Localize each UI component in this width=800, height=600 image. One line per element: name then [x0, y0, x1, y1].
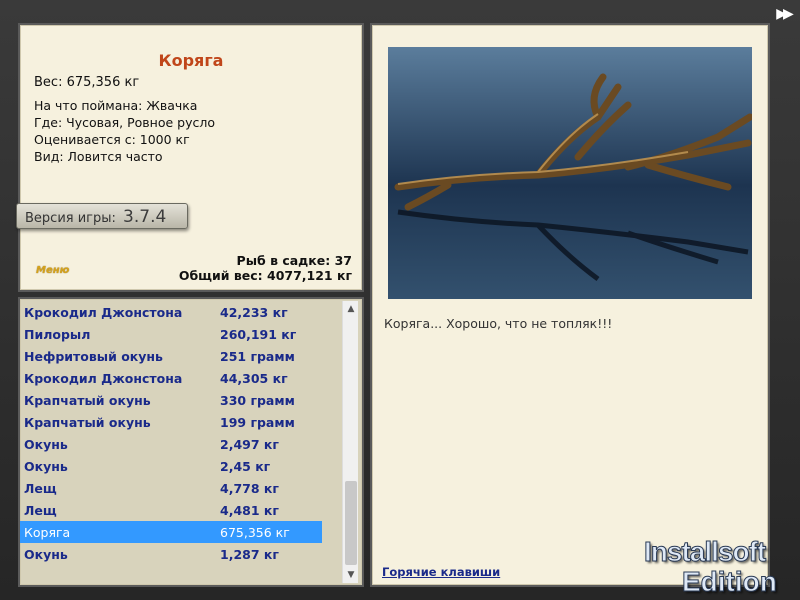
list-item[interactable]: Окунь 2,45 кг	[20, 455, 322, 477]
hotkeys-link[interactable]: Горячие клавиши	[382, 565, 500, 579]
fish-name: Окунь	[24, 546, 68, 562]
list-item[interactable]: Лещ 4,778 кг	[20, 477, 322, 499]
catch-stats: Рыб в садке: 37 Общий вес: 4077,121 кг	[179, 253, 352, 283]
attr-location: Где: Чусовая, Ровное русло	[34, 115, 215, 130]
fish-detail-panel: Коряга... Хорошо, что не топляк!!! Горяч…	[370, 23, 770, 587]
fish-weight-cell: 42,233 кг	[220, 304, 288, 320]
list-item[interactable]: Пилорыл 260,191 кг	[20, 323, 322, 345]
list-item[interactable]: Окунь 2,497 кг	[20, 433, 322, 455]
photo-caption: Коряга... Хорошо, что не топляк!!!	[384, 316, 613, 331]
catch-list-panel: Крокодил Джонстона 42,233 кг Пилорыл 260,19…	[18, 297, 364, 587]
watermark-line1: Installsoft	[643, 536, 766, 568]
list-item[interactable]: Нефритовый окунь 251 грамм	[20, 345, 322, 367]
fish-title: Коряга	[158, 51, 224, 70]
fish-weight-cell: 260,191 кг	[220, 326, 297, 342]
list-item[interactable]: Коряга 675,356 кг	[20, 521, 322, 543]
version-number: 3.7.4	[123, 207, 167, 227]
fish-name: Крапчатый окунь	[24, 392, 151, 408]
fish-attributes: На что поймана: Жвачка Где: Чусовая, Ров…	[34, 97, 215, 165]
watermark-line2: Edition	[682, 566, 778, 598]
fish-weight-cell: 2,497 кг	[220, 436, 279, 452]
attr-value: Оценивается с: 1000 кг	[34, 132, 190, 147]
fish-name: Крокодил Джонстона	[24, 370, 183, 386]
fish-name: Окунь	[24, 458, 68, 474]
list-item[interactable]: Крапчатый окунь 199 грамм	[20, 411, 322, 433]
fish-weight-cell: 1,287 кг	[220, 546, 279, 562]
list-item[interactable]: Окунь 1,287 кг	[20, 543, 322, 565]
catch-list[interactable]: Крокодил Джонстона 42,233 кг Пилорыл 260,19…	[20, 301, 322, 565]
fish-name: Лещ	[24, 480, 57, 496]
fish-weight-cell: 4,778 кг	[220, 480, 279, 496]
fish-weight: Вес: 675,356 кг	[34, 75, 140, 90]
fish-count: Рыб в садке: 37	[236, 253, 352, 268]
fish-name: Лещ	[24, 502, 57, 518]
attr-bait: На что поймана: Жвачка	[34, 98, 198, 113]
menu-button[interactable]: Меню	[36, 265, 69, 276]
fish-weight-cell: 251 грамм	[220, 348, 295, 364]
list-item[interactable]: Лещ 4,481 кг	[20, 499, 322, 521]
total-weight: Общий вес: 4077,121 кг	[178, 268, 352, 283]
version-badge: Версия игры: 3.7.4	[16, 203, 188, 229]
fish-name: Крокодил Джонстона	[24, 304, 183, 320]
fish-photo	[388, 47, 752, 299]
fish-name: Окунь	[24, 436, 68, 452]
fish-weight-cell: 44,305 кг	[220, 370, 288, 386]
fast-forward-icon[interactable]: ▶▶	[772, 6, 794, 22]
fish-name: Коряга	[24, 524, 71, 540]
fish-weight-cell: 4,481 кг	[220, 502, 279, 518]
scroll-down-icon[interactable]: ▼	[343, 567, 359, 583]
fish-weight-cell: 675,356 кг	[220, 524, 290, 540]
fish-weight-cell: 330 грамм	[220, 392, 295, 408]
installsoft-watermark: Installsoft Edition	[640, 518, 798, 598]
fish-name: Нефритовый окунь	[24, 348, 163, 364]
fish-info-panel: Коряга Вес: 675,356 кг На что поймана: Ж…	[16, 23, 364, 292]
version-label: Версия игры:	[25, 211, 116, 226]
fish-weight-cell: 2,45 кг	[220, 458, 271, 474]
list-item[interactable]: Крокодил Джонстона 44,305 кг	[20, 367, 322, 389]
attr-frequency: Вид: Ловится часто	[34, 149, 163, 164]
list-item[interactable]: Крокодил Джонстона 42,233 кг	[20, 301, 322, 323]
fish-name: Крапчатый окунь	[24, 414, 151, 430]
fish-name: Пилорыл	[24, 326, 91, 342]
scroll-thumb[interactable]	[345, 481, 357, 565]
scroll-up-icon[interactable]: ▲	[343, 301, 359, 317]
fish-weight-cell: 199 грамм	[220, 414, 295, 430]
list-item[interactable]: Крапчатый окунь 330 грамм	[20, 389, 322, 411]
list-scrollbar[interactable]: ▲ ▼	[342, 301, 358, 583]
